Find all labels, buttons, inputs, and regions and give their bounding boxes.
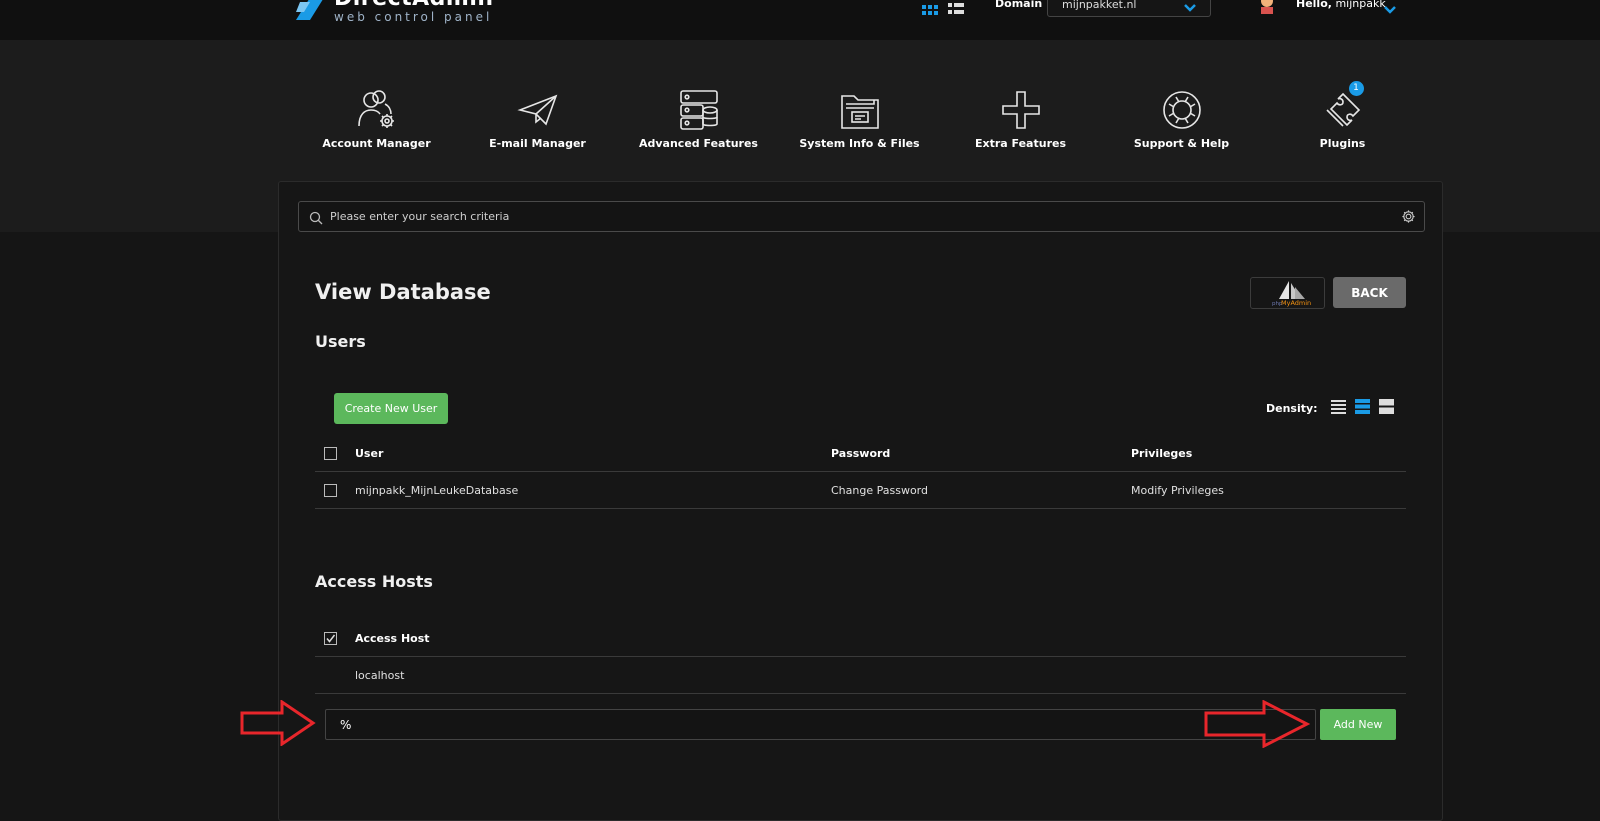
nav-label: E-mail Manager — [489, 137, 586, 150]
logo-subtitle: web control panel — [334, 10, 493, 24]
access-host-value: localhost — [355, 669, 405, 682]
paper-plane-icon — [516, 88, 560, 132]
access-hosts-table-header: Access Host — [315, 620, 1406, 657]
new-access-host-field — [325, 709, 1316, 740]
search-settings-gear-icon[interactable] — [1401, 209, 1416, 228]
density-normal-icon[interactable] — [1354, 399, 1370, 418]
nav-label: Support & Help — [1133, 137, 1230, 150]
lifebuoy-icon — [1160, 88, 1204, 132]
search-bar — [298, 201, 1425, 232]
nav-system-info-files[interactable]: System Info & Files — [779, 48, 940, 150]
modify-privileges-link[interactable]: Modify Privileges — [1131, 484, 1224, 497]
nav-account-manager[interactable]: Account Manager — [296, 48, 457, 150]
access-hosts-table: Access Host localhost — [315, 620, 1406, 694]
annotation-arrow-right-icon — [1204, 700, 1310, 748]
table-row: mijnpakk_MijnLeukeDatabase Change Passwo… — [315, 472, 1406, 509]
main-nav: Account Manager E-mail Manager Advanced … — [296, 48, 1423, 150]
phpmyadmin-logo-icon: php MyAdmin — [1272, 281, 1311, 307]
nav-label: Plugins — [1319, 137, 1366, 150]
users-table-header: User Password Privileges — [315, 435, 1406, 472]
users-table: User Password Privileges mijnpakk_MijnLe… — [315, 435, 1406, 509]
add-new-host-button[interactable]: Add New — [1320, 709, 1396, 740]
user-avatar-icon[interactable] — [1257, 0, 1277, 14]
search-icon — [309, 210, 323, 229]
change-password-link[interactable]: Change Password — [831, 484, 928, 497]
density-comfortable-icon[interactable] — [1378, 399, 1394, 418]
username: mijnpakk — [1335, 0, 1386, 10]
nav-label: Extra Features — [974, 137, 1067, 150]
column-header-password: Password — [831, 447, 891, 460]
column-header-user: User — [355, 447, 384, 460]
directadmin-logo-icon — [296, 0, 330, 20]
directadmin-logo[interactable]: DirectAdmin web control panel — [296, 0, 494, 23]
chevron-down-icon — [1184, 0, 1196, 16]
svg-text:MyAdmin: MyAdmin — [1281, 299, 1311, 307]
access-hosts-section-title: Access Hosts — [315, 572, 433, 591]
domain-label: Domain — [995, 0, 1043, 10]
select-all-users-checkbox[interactable] — [324, 447, 337, 460]
select-all-hosts-checkbox[interactable] — [324, 632, 337, 645]
nav-advanced-features[interactable]: Advanced Features — [618, 48, 779, 150]
new-access-host-input[interactable] — [338, 710, 1298, 739]
checkmark-icon — [326, 634, 336, 643]
users-section-title: Users — [315, 332, 366, 351]
puzzle-icon: 1 — [1321, 81, 1365, 132]
server-database-icon — [677, 88, 721, 132]
hello-prefix: Hello, — [1296, 0, 1332, 10]
phpmyadmin-button[interactable]: php MyAdmin — [1250, 277, 1325, 309]
folder-icon — [838, 88, 882, 132]
nav-plugins[interactable]: 1 Plugins — [1262, 48, 1423, 150]
user-greeting[interactable]: Hello, mijnpakk — [1296, 0, 1386, 10]
table-row: localhost — [315, 657, 1406, 694]
density-controls: Density: — [1266, 399, 1394, 418]
domain-value: mijnpakket.nl — [1062, 0, 1137, 11]
nav-label: Account Manager — [322, 137, 431, 150]
plus-icon — [999, 88, 1043, 132]
back-button[interactable]: BACK — [1333, 277, 1406, 308]
nav-label: System Info & Files — [799, 137, 920, 150]
nav-extra-features[interactable]: Extra Features — [940, 48, 1101, 150]
user-row-checkbox[interactable] — [324, 484, 337, 497]
create-new-user-button[interactable]: Create New User — [334, 393, 448, 424]
nav-support-help[interactable]: Support & Help — [1101, 48, 1262, 150]
nav-email-manager[interactable]: E-mail Manager — [457, 48, 618, 150]
grid-view-icon[interactable] — [922, 0, 938, 19]
annotation-arrow-left-icon — [240, 700, 316, 746]
list-view-icon[interactable] — [948, 0, 964, 19]
search-input[interactable] — [328, 202, 1378, 231]
density-label: Density: — [1266, 402, 1318, 415]
top-bar: DirectAdmin web control panel Domain mij… — [0, 0, 1600, 40]
column-header-privileges: Privileges — [1131, 447, 1193, 460]
plugins-count-badge: 1 — [1348, 81, 1364, 96]
user-name: mijnpakk_MijnLeukeDatabase — [355, 484, 519, 497]
column-header-access-host: Access Host — [355, 632, 430, 645]
logo-title: DirectAdmin — [334, 0, 494, 10]
user-menu-chevron-icon[interactable] — [1384, 0, 1396, 18]
density-compact-icon[interactable] — [1330, 399, 1346, 418]
page-title: View Database — [315, 280, 491, 304]
domain-select[interactable]: mijnpakket.nl — [1047, 0, 1211, 17]
account-manager-icon — [355, 88, 399, 132]
nav-label: Advanced Features — [639, 137, 758, 150]
